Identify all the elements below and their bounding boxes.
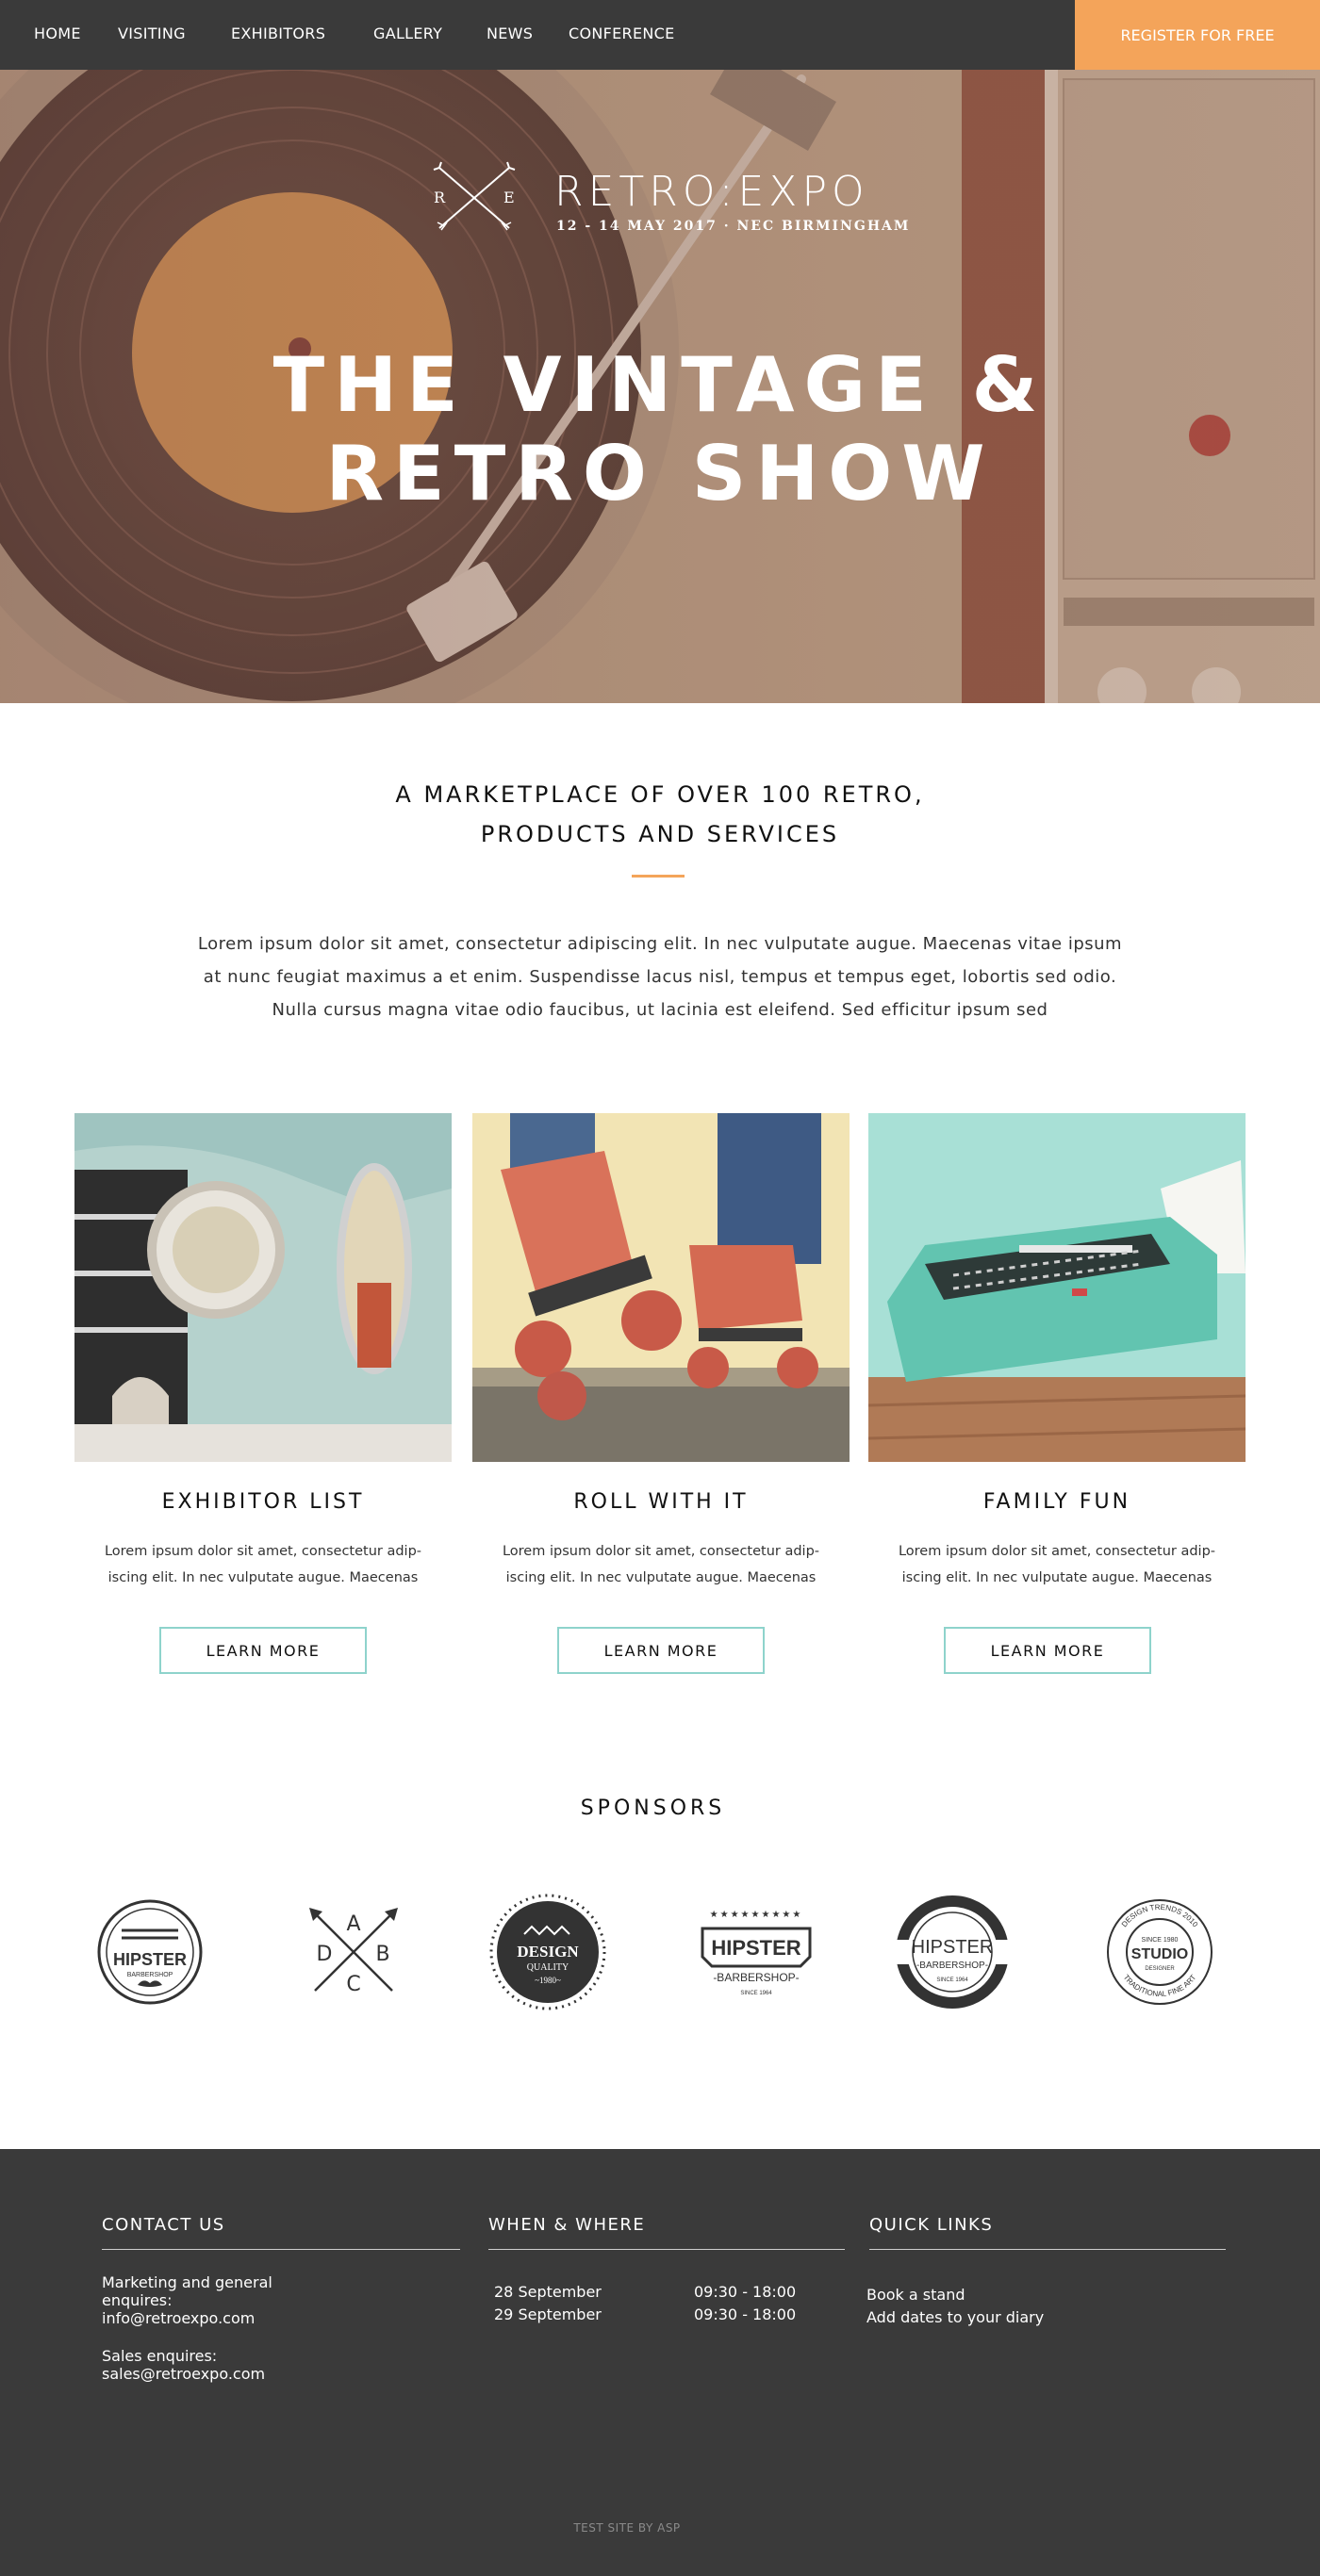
sponsor-text: SINCE 1980 [1142, 1937, 1179, 1944]
vintage-car-image[interactable] [74, 1113, 452, 1462]
nav-home[interactable]: HOME [34, 25, 81, 42]
learn-more-button[interactable]: LEARN MORE [159, 1627, 367, 1674]
sponsor-text: ~1980~ [535, 1976, 561, 1985]
roller-skates-image[interactable] [472, 1113, 850, 1462]
hero-banner: R E RETRO:EXPO 12 - 14 MAY 2017 · NEC BI… [0, 70, 1320, 703]
schedule-date: 28 September [494, 2283, 602, 2301]
contact-general-line-1: Marketing and general [102, 2273, 272, 2291]
card-family-fun: FAMILY FUN Lorem ipsum dolor sit amet, c… [868, 1113, 1246, 1674]
sponsor-text: HIPSTER [711, 1936, 800, 1960]
footer-links-title: QUICK LINKS [869, 2215, 994, 2235]
footer-divider [488, 2249, 845, 2250]
logo-letter-e: E [503, 189, 515, 206]
sponsor-text: DESIGN [517, 1943, 579, 1961]
nav-visiting[interactable]: VISITING [118, 25, 186, 42]
quick-link-book-stand[interactable]: Book a stand [866, 2286, 965, 2304]
sponsor-text: -BARBERSHOP- [916, 1961, 988, 1971]
intro-heading: A MARKETPLACE OF OVER 100 RETRO, PRODUCT… [283, 775, 1037, 854]
sponsors-title: SPONSORS [580, 1797, 726, 1820]
contact-general-line-2: enquires: [102, 2291, 173, 2309]
design-quality-badge-icon: DESIGN QUALITY ~1980~ [489, 1894, 606, 2010]
sponsor-letter: B [375, 1943, 389, 1966]
sponsor-text: DESIGNER [1145, 1966, 1175, 1972]
intro-body: Lorem ipsum dolor sit amet, consectetur … [197, 934, 1123, 1020]
sponsor-text: HIPSTER [912, 1937, 994, 1958]
retro-expo-logo[interactable]: R E RETRO:EXPO 12 - 14 MAY 2017 · NEC BI… [432, 160, 908, 236]
sponsor-logo-hipster-barbershop[interactable]: ★★★★★★★★★ HIPSTER -BARBERSHOP- SINCE 196… [695, 1891, 817, 2013]
schedule-date: 29 September [494, 2305, 602, 2323]
vintage-car-illustration [74, 1113, 452, 1462]
typewriter-illustration [868, 1113, 1246, 1462]
card-title: FAMILY FUN [982, 1490, 1131, 1514]
schedule-time: 09:30 - 18:00 [694, 2305, 797, 2323]
hipster-badge-icon: HIPSTER BARBERSHOP [97, 1899, 203, 2005]
hipster-barbershop-banner-icon: ★★★★★★★★★ HIPSTER -BARBERSHOP- SINCE 196… [701, 1910, 812, 1996]
sponsor-text: -BARBERSHOP- [713, 1971, 799, 1984]
sponsor-logo-studio[interactable]: DESIGN TRENDS 2010 TRADITIONAL FINE ART … [1098, 1891, 1221, 2013]
footer-credit: TEST SITE BY ASP [573, 2521, 681, 2535]
card-text: Lorem ipsum dolor sit amet, consectetur … [898, 1544, 1216, 1585]
quick-link-add-dates[interactable]: Add dates to your diary [866, 2308, 1044, 2326]
sponsor-text: SINCE 1964 [936, 1977, 968, 1983]
nav-news[interactable]: NEWS [487, 25, 533, 42]
card-text: Lorem ipsum dolor sit amet, consectetur … [502, 1544, 820, 1585]
contact-sales-label: Sales enquires: [102, 2347, 218, 2365]
footer-divider [102, 2249, 460, 2250]
roller-skates-illustration [472, 1113, 850, 1462]
intro-heading-line-1: A MARKETPLACE OF OVER 100 RETRO, [395, 781, 925, 808]
hero-title-line-2: RETRO SHOW [325, 430, 995, 517]
register-button[interactable]: REGISTER FOR FREE [1075, 0, 1320, 70]
event-date: 12 - 14 MAY 2017 · NEC BIRMINGHAM [556, 219, 911, 234]
hero-title-line-1: THE VINTAGE & [272, 341, 1048, 429]
sponsor-logo-hipster-circle[interactable]: HIPSTER -BARBERSHOP- SINCE 1964 [891, 1891, 1014, 2013]
card-text: Lorem ipsum dolor sit amet, consectetur … [104, 1544, 422, 1585]
learn-more-button[interactable]: LEARN MORE [557, 1627, 765, 1674]
footer: CONTACT US Marketing and general enquire… [0, 2149, 1320, 2576]
footer-divider [869, 2249, 1226, 2250]
card-title: EXHIBITOR LIST [161, 1490, 365, 1514]
sponsor-logo-hipster-badge[interactable]: HIPSTER BARBERSHOP [89, 1891, 211, 2013]
contact-general-email-link[interactable]: info@retroexpo.com [102, 2309, 255, 2327]
nav-gallery[interactable]: GALLERY [373, 25, 442, 42]
top-nav: HOME VISITING EXHIBITORS GALLERY NEWS CO… [0, 0, 1320, 70]
sponsor-ring-text: DESIGN TRENDS 2010 [1120, 1903, 1200, 1929]
card-roll-with-it: ROLL WITH IT Lorem ipsum dolor sit amet,… [472, 1113, 850, 1674]
logo-letter-r: R [434, 189, 446, 206]
logo-name: RETRO:EXPO [554, 168, 869, 216]
footer-contact-title: CONTACT US [102, 2215, 225, 2235]
learn-more-button[interactable]: LEARN MORE [944, 1627, 1151, 1674]
contact-sales-email-link[interactable]: sales@retroexpo.com [102, 2365, 265, 2383]
sponsor-logo-arrows[interactable]: A D B C [292, 1891, 415, 2013]
typewriter-image[interactable] [868, 1113, 1246, 1462]
nav-exhibitors[interactable]: EXHIBITORS [231, 25, 325, 42]
sponsor-letter: D [317, 1943, 333, 1966]
schedule-time: 09:30 - 18:00 [694, 2283, 797, 2301]
sponsor-text: HIPSTER [113, 1950, 187, 1969]
card-exhibitor-list: EXHIBITOR LIST Lorem ipsum dolor sit ame… [74, 1113, 452, 1674]
sponsor-text: SINCE 1964 [740, 1991, 772, 1996]
nav-conference[interactable]: CONFERENCE [569, 25, 675, 42]
sponsor-text: QUALITY [527, 1962, 569, 1973]
intro-divider [632, 875, 685, 878]
svg-text:★★★★★★★★★: ★★★★★★★★★ [710, 1910, 803, 1920]
studio-designer-badge-icon: DESIGN TRENDS 2010 TRADITIONAL FINE ART … [1107, 1899, 1213, 2005]
footer-when-title: WHEN & WHERE [488, 2215, 646, 2235]
sponsor-letter: A [346, 1912, 360, 1936]
hero-title: THE VINTAGE & RETRO SHOW [0, 341, 1320, 518]
sponsor-logo-design-quality[interactable]: DESIGN QUALITY ~1980~ [487, 1891, 609, 2013]
crossed-arrows-letters-icon: A D B C [309, 1908, 398, 1996]
sponsor-text: STUDIO [1131, 1946, 1188, 1962]
sponsor-letter: C [346, 1973, 360, 1996]
intro-heading-line-2: PRODUCTS AND SERVICES [480, 821, 840, 847]
sponsor-text: BARBERSHOP [127, 1972, 173, 1978]
hipster-circle-badge-icon: HIPSTER -BARBERSHOP- SINCE 1964 [891, 1895, 1014, 2009]
card-title: ROLL WITH IT [573, 1490, 749, 1514]
svg-text:DESIGN TRENDS 2010: DESIGN TRENDS 2010 [1120, 1903, 1200, 1929]
